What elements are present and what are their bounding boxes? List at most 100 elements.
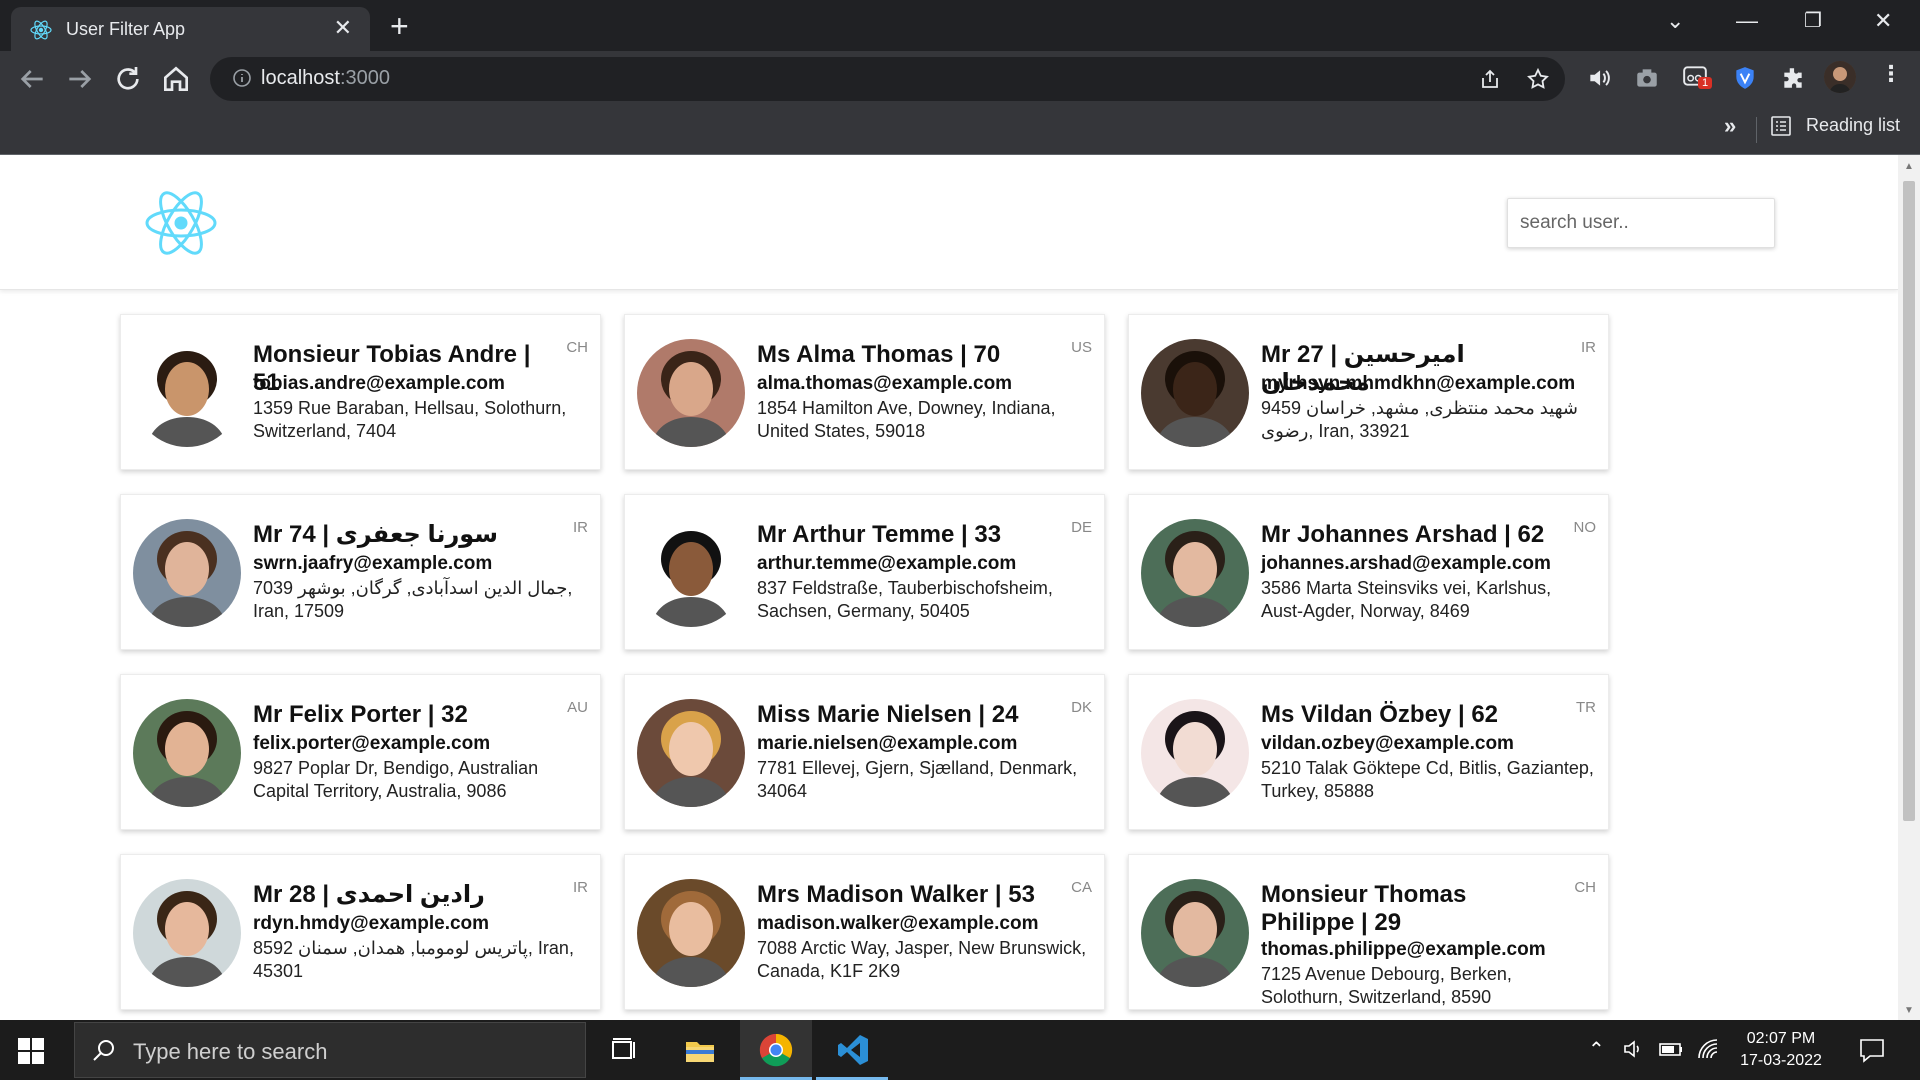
user-card[interactable]: Monsieur Thomas Philippe | 29 thomas.phil… xyxy=(1128,854,1609,1010)
wifi-icon[interactable] xyxy=(1696,1037,1720,1061)
bookmark-star-icon[interactable] xyxy=(1526,67,1550,91)
address-bar[interactable]: localhost:3000 xyxy=(210,57,1565,101)
chrome-taskbar-button[interactable] xyxy=(740,1020,812,1080)
user-name: Mr Felix Porter | 32 xyxy=(253,701,468,728)
user-nationality: DE xyxy=(1071,519,1092,536)
tab-search-icon[interactable]: ⌄ xyxy=(1666,8,1684,34)
browser-tabbar: User Filter App ✕ + ⌄ — ❐ ✕ xyxy=(0,0,1920,51)
scrollbar-thumb[interactable] xyxy=(1903,181,1915,821)
back-arrow-icon[interactable] xyxy=(16,63,48,95)
user-card[interactable]: Mr Arthur Temme | 33 arthur.temme@example… xyxy=(624,494,1105,650)
user-name: Mr 28 | رادین احمدی xyxy=(253,881,485,908)
avatar-face xyxy=(1173,542,1217,596)
user-name: Mr Johannes Arshad | 62 xyxy=(1261,521,1545,548)
tray-overflow-icon[interactable]: ⌃ xyxy=(1588,1037,1605,1062)
battery-icon[interactable] xyxy=(1658,1037,1684,1061)
avatar-face xyxy=(669,722,713,776)
user-address: 5210 Talak Göktepe Cd, Bitlis, Gaziantep… xyxy=(1261,758,1594,801)
task-view-button[interactable] xyxy=(588,1020,660,1080)
user-avatar xyxy=(637,339,745,447)
taskbar-search-box[interactable]: Type here to search xyxy=(74,1022,586,1078)
minimize-button[interactable]: — xyxy=(1736,8,1758,34)
user-nationality: CH xyxy=(1574,879,1596,896)
profile-avatar[interactable] xyxy=(1824,61,1856,93)
site-info-icon[interactable] xyxy=(232,68,252,88)
avatar-face xyxy=(1173,722,1217,776)
user-card[interactable]: Mr 27 | امیرحسین محمدخان myrhsyn.mhmdkhn@… xyxy=(1128,314,1609,470)
user-card[interactable]: Monsieur Tobias Andre | 51 tobias.andre@e… xyxy=(120,314,601,470)
clock-time: 02:07 PM xyxy=(1746,1030,1816,1047)
avatar-face xyxy=(165,902,209,956)
avatar-face xyxy=(1173,362,1217,416)
reading-list-icon xyxy=(1771,116,1791,136)
scroll-up-arrow-icon[interactable]: ▲ xyxy=(1904,161,1914,172)
close-window-button[interactable]: ✕ xyxy=(1874,8,1892,34)
user-card[interactable]: Mr 28 | رادین احمدی rdyn.hmdy@example.com… xyxy=(120,854,601,1010)
user-card[interactable]: Ms Vildan Özbey | 62 vildan.ozbey@example… xyxy=(1128,674,1609,830)
user-name: Ms Alma Thomas | 70 xyxy=(757,341,1001,368)
scroll-down-arrow-icon[interactable]: ▼ xyxy=(1904,1005,1914,1016)
user-card[interactable]: Mrs Madison Walker | 53 madison.walker@ex… xyxy=(624,854,1105,1010)
user-email: madison.walker@example.com xyxy=(757,913,1039,934)
camera-icon[interactable] xyxy=(1634,65,1660,91)
user-email: felix.porter@example.com xyxy=(253,733,491,754)
user-avatar xyxy=(1141,699,1249,807)
share-icon[interactable] xyxy=(1478,67,1502,91)
user-name: Mr Arthur Temme | 33 xyxy=(757,521,1002,548)
notifications-icon[interactable] xyxy=(1858,1036,1886,1064)
tab-close-icon[interactable]: ✕ xyxy=(334,16,352,40)
reload-icon[interactable] xyxy=(112,63,144,95)
volume-icon[interactable] xyxy=(1622,1037,1646,1061)
react-logo-icon xyxy=(145,191,217,255)
page-scrollbar[interactable]: ▲ ▼ xyxy=(1898,155,1920,1020)
speaker-icon[interactable] xyxy=(1586,65,1612,91)
restore-button[interactable]: ❐ xyxy=(1804,8,1822,33)
search-user-input[interactable] xyxy=(1507,198,1775,248)
user-nationality: NO xyxy=(1573,519,1597,536)
user-avatar xyxy=(133,339,241,447)
user-photo-icon xyxy=(637,699,745,807)
avatar-face xyxy=(165,542,209,596)
system-clock[interactable]: 02:07 PM 17-03-2022 xyxy=(1726,1028,1836,1072)
home-icon[interactable] xyxy=(160,63,192,95)
user-card[interactable]: Ms Alma Thomas | 70 alma.thomas@example.c… xyxy=(624,314,1105,470)
user-card[interactable]: Miss Marie Nielsen | 24 marie.nielsen@exa… xyxy=(624,674,1105,830)
user-photo-icon xyxy=(1141,519,1249,627)
user-email: alma.thomas@example.com xyxy=(757,373,1013,394)
url-text[interactable]: localhost:3000 xyxy=(261,67,390,90)
windows-start-icon[interactable] xyxy=(18,1038,44,1064)
user-card[interactable]: Mr Felix Porter | 32 felix.porter@example… xyxy=(120,674,601,830)
browser-tab[interactable]: User Filter App ✕ xyxy=(11,7,370,51)
reading-list-label: Reading list xyxy=(1806,115,1901,135)
user-avatar xyxy=(133,699,241,807)
user-email: tobias.andre@example.com xyxy=(253,373,505,394)
extensions-puzzle-icon[interactable] xyxy=(1780,65,1806,91)
avatar-face xyxy=(165,362,209,416)
user-email: swrn.jaafry@example.com xyxy=(253,553,493,574)
user-card[interactable]: Mr 74 | سورنا جعفری swrn.jaafry@example.c… xyxy=(120,494,601,650)
user-address: 7088 Arctic Way, Jasper, New Brunswick, … xyxy=(757,938,1087,981)
page-viewport: Monsieur Tobias Andre | 51tobias.andre@e… xyxy=(0,155,1920,1020)
extension-badge-icon[interactable]: 1 xyxy=(1682,63,1713,93)
more-bookmarks-icon[interactable]: » xyxy=(1724,113,1736,139)
user-name: Miss Marie Nielsen | 24 xyxy=(757,701,1019,728)
user-photo-icon xyxy=(1141,879,1249,987)
clock-date: 17-03-2022 xyxy=(1740,1052,1822,1069)
user-email: vildan.ozbey@example.com xyxy=(1261,733,1514,754)
user-avatar xyxy=(637,519,745,627)
chrome-menu-icon[interactable]: ⋮ xyxy=(1880,61,1902,87)
user-nationality: IR xyxy=(573,879,588,896)
user-name: Mrs Madison Walker | 53 xyxy=(757,881,1035,908)
new-tab-button[interactable]: + xyxy=(390,10,409,42)
user-nationality: CA xyxy=(1071,879,1092,896)
user-nationality: IR xyxy=(1581,339,1596,356)
user-avatar xyxy=(1141,879,1249,987)
user-card[interactable]: Mr Johannes Arshad | 62 johannes.arshad@e… xyxy=(1128,494,1609,650)
bookmarks-bar: » Reading list xyxy=(0,107,1920,151)
file-explorer-button[interactable] xyxy=(664,1020,736,1080)
vscode-icon xyxy=(838,1035,868,1065)
user-name: Mr 74 | سورنا جعفری xyxy=(253,521,498,548)
vscode-taskbar-button[interactable] xyxy=(816,1020,888,1080)
forward-arrow-icon[interactable] xyxy=(64,63,96,95)
shield-extension-icon[interactable] xyxy=(1732,65,1758,91)
